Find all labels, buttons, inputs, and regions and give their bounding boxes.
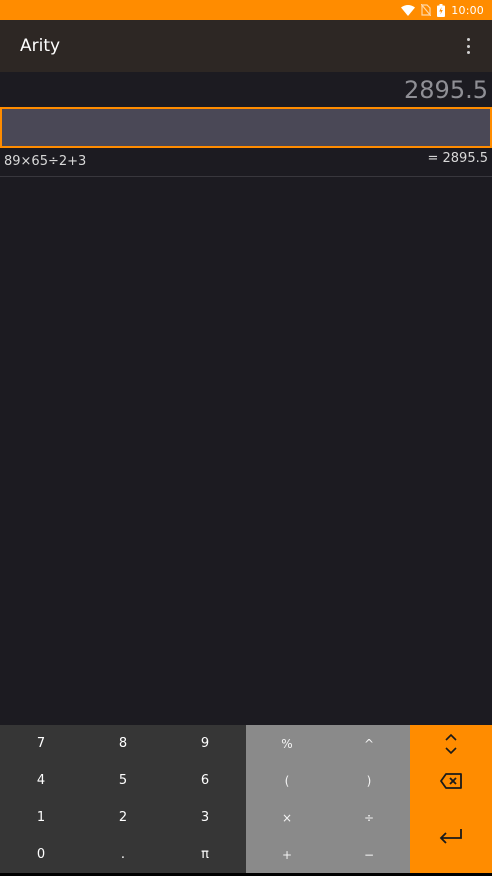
backspace-icon[interactable] — [410, 762, 492, 799]
app-bar: Arity — [0, 20, 492, 72]
wifi-icon — [401, 4, 416, 16]
status-time: 10:00 — [451, 3, 484, 17]
key-divide[interactable]: ÷ — [328, 799, 410, 836]
calculator-screen: 10:00 Arity 2895.5 89×65÷2+3 = 2895.5 7 … — [0, 0, 492, 876]
result-display: 2895.5 — [404, 76, 488, 104]
key-2[interactable]: 2 — [82, 799, 164, 836]
key-8[interactable]: 8 — [82, 725, 164, 762]
key-0[interactable]: 0 — [0, 836, 82, 873]
key-close-paren[interactable]: ) — [328, 762, 410, 799]
expression-input[interactable] — [0, 107, 492, 148]
key-3[interactable]: 3 — [164, 799, 246, 836]
key-5[interactable]: 5 — [82, 762, 164, 799]
history-result: = 2895.5 — [427, 151, 488, 166]
action-pad — [410, 725, 492, 873]
expand-collapse-icon[interactable] — [410, 725, 492, 762]
key-pi[interactable]: π — [164, 836, 246, 873]
key-multiply[interactable]: × — [246, 799, 328, 836]
enter-icon[interactable] — [410, 799, 492, 873]
key-decimal[interactable]: . — [82, 836, 164, 873]
key-power[interactable]: ^ — [328, 725, 410, 762]
status-bar: 10:00 — [0, 0, 492, 20]
no-sim-icon — [421, 4, 432, 16]
keypad: 7 8 9 4 5 6 1 2 3 0 . π % ^ ( ) × ÷ + − — [0, 725, 492, 873]
history-list: 89×65÷2+3 = 2895.5 — [0, 148, 492, 177]
app-title: Arity — [20, 36, 61, 56]
key-4[interactable]: 4 — [0, 762, 82, 799]
operator-pad: % ^ ( ) × ÷ + − — [246, 725, 410, 873]
digit-pad: 7 8 9 4 5 6 1 2 3 0 . π — [0, 725, 246, 873]
battery-icon — [437, 3, 446, 17]
history-item[interactable]: 89×65÷2+3 = 2895.5 — [0, 148, 492, 177]
key-1[interactable]: 1 — [0, 799, 82, 836]
key-minus[interactable]: − — [328, 836, 410, 873]
history-expression: 89×65÷2+3 — [4, 154, 87, 169]
key-6[interactable]: 6 — [164, 762, 246, 799]
key-9[interactable]: 9 — [164, 725, 246, 762]
key-7[interactable]: 7 — [0, 725, 82, 762]
key-plus[interactable]: + — [246, 836, 328, 873]
more-vert-icon[interactable] — [462, 37, 474, 55]
key-open-paren[interactable]: ( — [246, 762, 328, 799]
key-percent[interactable]: % — [246, 725, 328, 762]
